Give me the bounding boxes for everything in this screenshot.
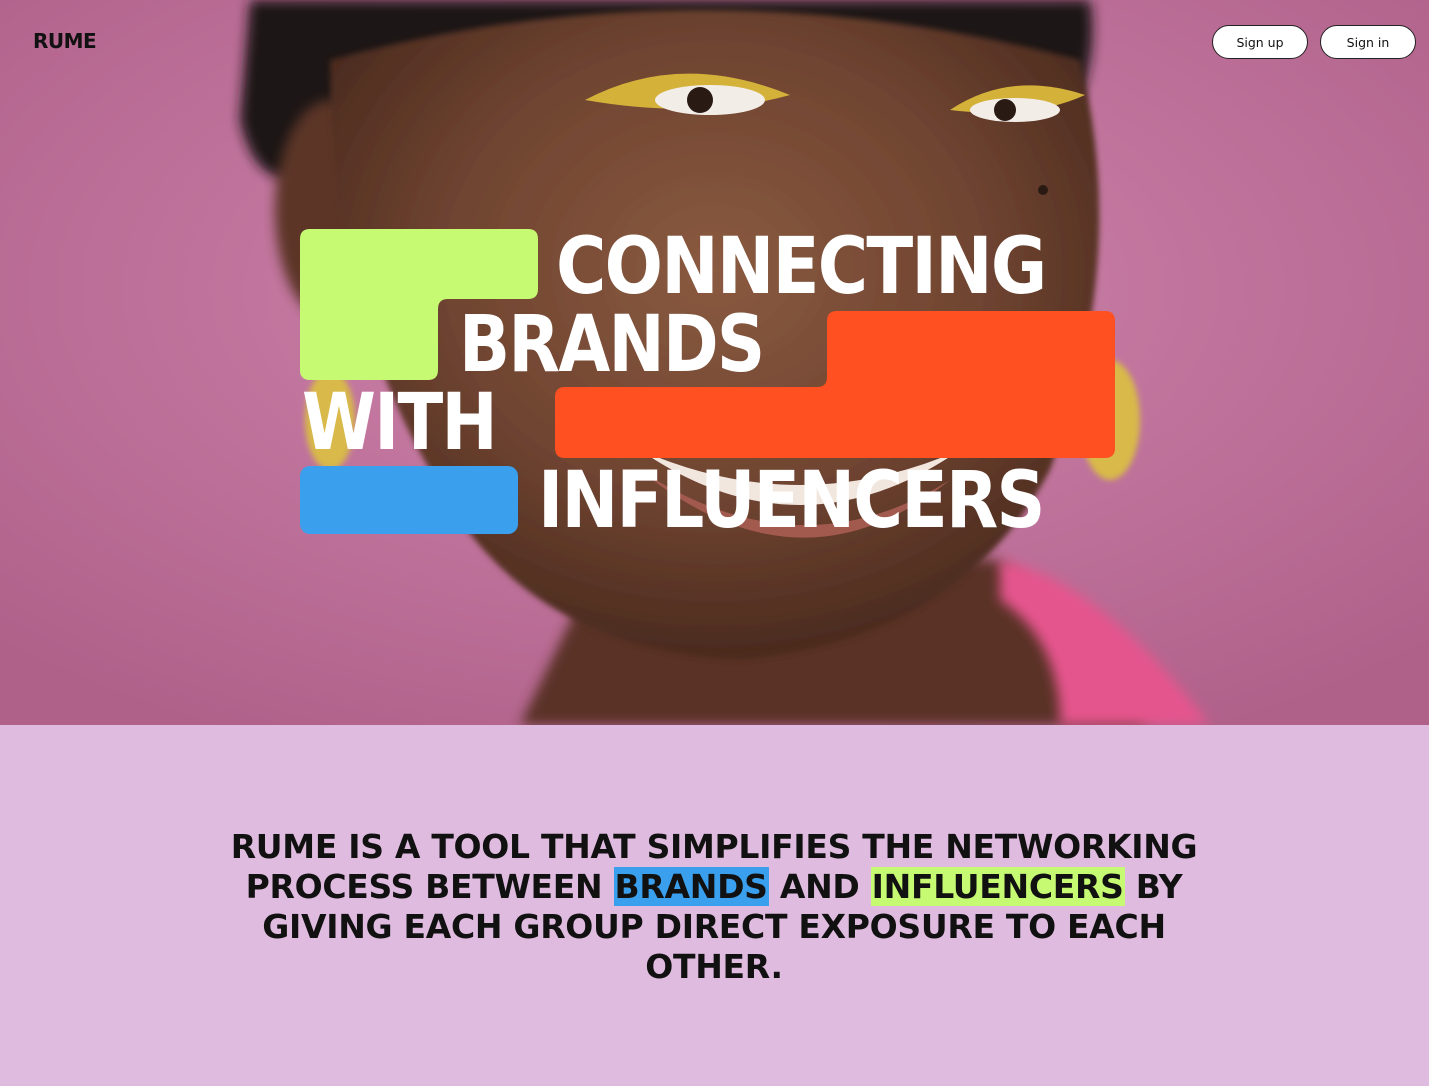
rume-logo[interactable]: RUME (33, 29, 97, 53)
hero-section: CONNECTING BRANDS WITH INFLUENCERS RUME … (0, 0, 1429, 725)
sign-up-button[interactable]: Sign up (1212, 25, 1308, 59)
sign-in-button[interactable]: Sign in (1320, 25, 1416, 59)
highlight-influencers: INFLUENCERS (870, 867, 1125, 906)
about-description: RUME IS A TOOL THAT SIMPLIFIES THE NETWO… (214, 827, 1214, 987)
about-section: RUME IS A TOOL THAT SIMPLIFIES THE NETWO… (0, 725, 1429, 1086)
top-navigation: RUME Sign up Sign in (0, 0, 1429, 84)
highlight-brands: BRANDS (613, 867, 769, 906)
about-text-part-2: AND (768, 867, 871, 906)
hero-portrait-image (0, 0, 1429, 725)
